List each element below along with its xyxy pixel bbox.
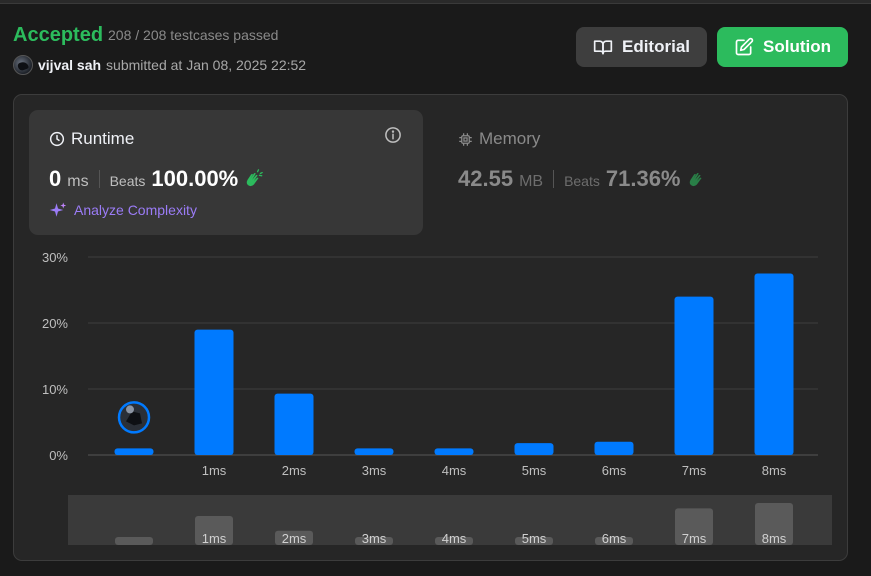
bar[interactable] — [674, 296, 714, 455]
y-tick-label: 0% — [49, 448, 68, 463]
x-tick-label: 5ms — [522, 463, 547, 478]
book-open-icon — [593, 40, 613, 55]
avatar[interactable] — [13, 55, 33, 75]
runtime-value: 0 — [49, 166, 62, 191]
analyze-label: Analyze Complexity — [74, 202, 197, 218]
x-tick-label: 4ms — [442, 463, 467, 478]
editorial-button[interactable]: Editorial — [576, 27, 707, 67]
runtime-beats-label: Beats — [109, 173, 146, 189]
bar[interactable] — [594, 441, 634, 455]
bar[interactable] — [754, 273, 794, 456]
clock-icon — [49, 131, 65, 147]
editorial-label: Editorial — [621, 37, 690, 56]
y-tick-label: 10% — [42, 382, 68, 397]
memory-value: 42.55 — [458, 166, 514, 191]
runtime-metrics: 0 ms Beats 100.00% — [49, 166, 264, 192]
memory-unit: MB — [519, 173, 544, 190]
y-tick-label: 20% — [42, 316, 68, 331]
overview-label: 2ms — [282, 531, 307, 546]
clap-icon — [689, 173, 701, 187]
overview-label: 8ms — [762, 531, 787, 546]
avatar-highlight — [126, 405, 134, 414]
x-tick-label: 2ms — [282, 463, 307, 478]
x-tick-label: 1ms — [202, 463, 227, 478]
bar[interactable] — [514, 443, 554, 455]
x-tick-label: 7ms — [682, 463, 707, 478]
clap-icon — [247, 169, 264, 187]
overview-label: 7ms — [682, 531, 707, 546]
overview-label: 1ms — [202, 531, 227, 546]
overview-label: 3ms — [362, 531, 387, 546]
memory-beats-pct: 71.36% — [605, 166, 681, 191]
top-border — [0, 0, 871, 4]
sparkle-icon — [49, 202, 67, 217]
runtime-beats-pct: 100.00% — [151, 166, 239, 191]
x-tick-label: 6ms — [602, 463, 627, 478]
memory-title-label: Memory — [479, 129, 541, 148]
chip-icon — [459, 132, 472, 146]
memory-title[interactable]: Memory — [458, 129, 540, 149]
memory-divider — [553, 170, 555, 188]
bar[interactable] — [434, 448, 474, 455]
bar[interactable] — [114, 448, 154, 455]
runtime-unit: ms — [67, 173, 89, 190]
x-tick-label: 8ms — [762, 463, 787, 478]
solution-label: Solution — [763, 37, 831, 56]
memory-beats-label: Beats — [564, 173, 600, 189]
testcases-passed: 208 / 208 testcases passed — [108, 27, 279, 43]
solution-button[interactable]: Solution — [717, 27, 848, 67]
bar[interactable] — [194, 329, 234, 455]
submission-status: Accepted — [13, 24, 104, 46]
x-tick-label: 3ms — [362, 463, 387, 478]
overview-label: 6ms — [602, 531, 627, 546]
overview-bar — [115, 537, 153, 545]
overview-label: 4ms — [442, 531, 467, 546]
memory-metrics: 42.55 MB Beats 71.36% — [458, 166, 707, 192]
submission-info: vijval sah submitted at Jan 08, 2025 22:… — [13, 55, 306, 75]
y-tick-label: 30% — [42, 250, 68, 265]
analyze-complexity-button[interactable]: Analyze Complexity — [49, 201, 197, 219]
runtime-divider — [98, 170, 100, 188]
runtime-title-label: Runtime — [71, 129, 135, 148]
info-icon[interactable] — [384, 126, 402, 144]
bar[interactable] — [354, 448, 394, 455]
bar[interactable] — [274, 393, 314, 455]
overview-label: 5ms — [522, 531, 547, 546]
edit-icon — [735, 37, 754, 56]
runtime-title: Runtime — [49, 129, 134, 149]
submitted-time: submitted at Jan 08, 2025 22:52 — [106, 57, 307, 73]
username-link[interactable]: vijval sah — [38, 57, 101, 73]
